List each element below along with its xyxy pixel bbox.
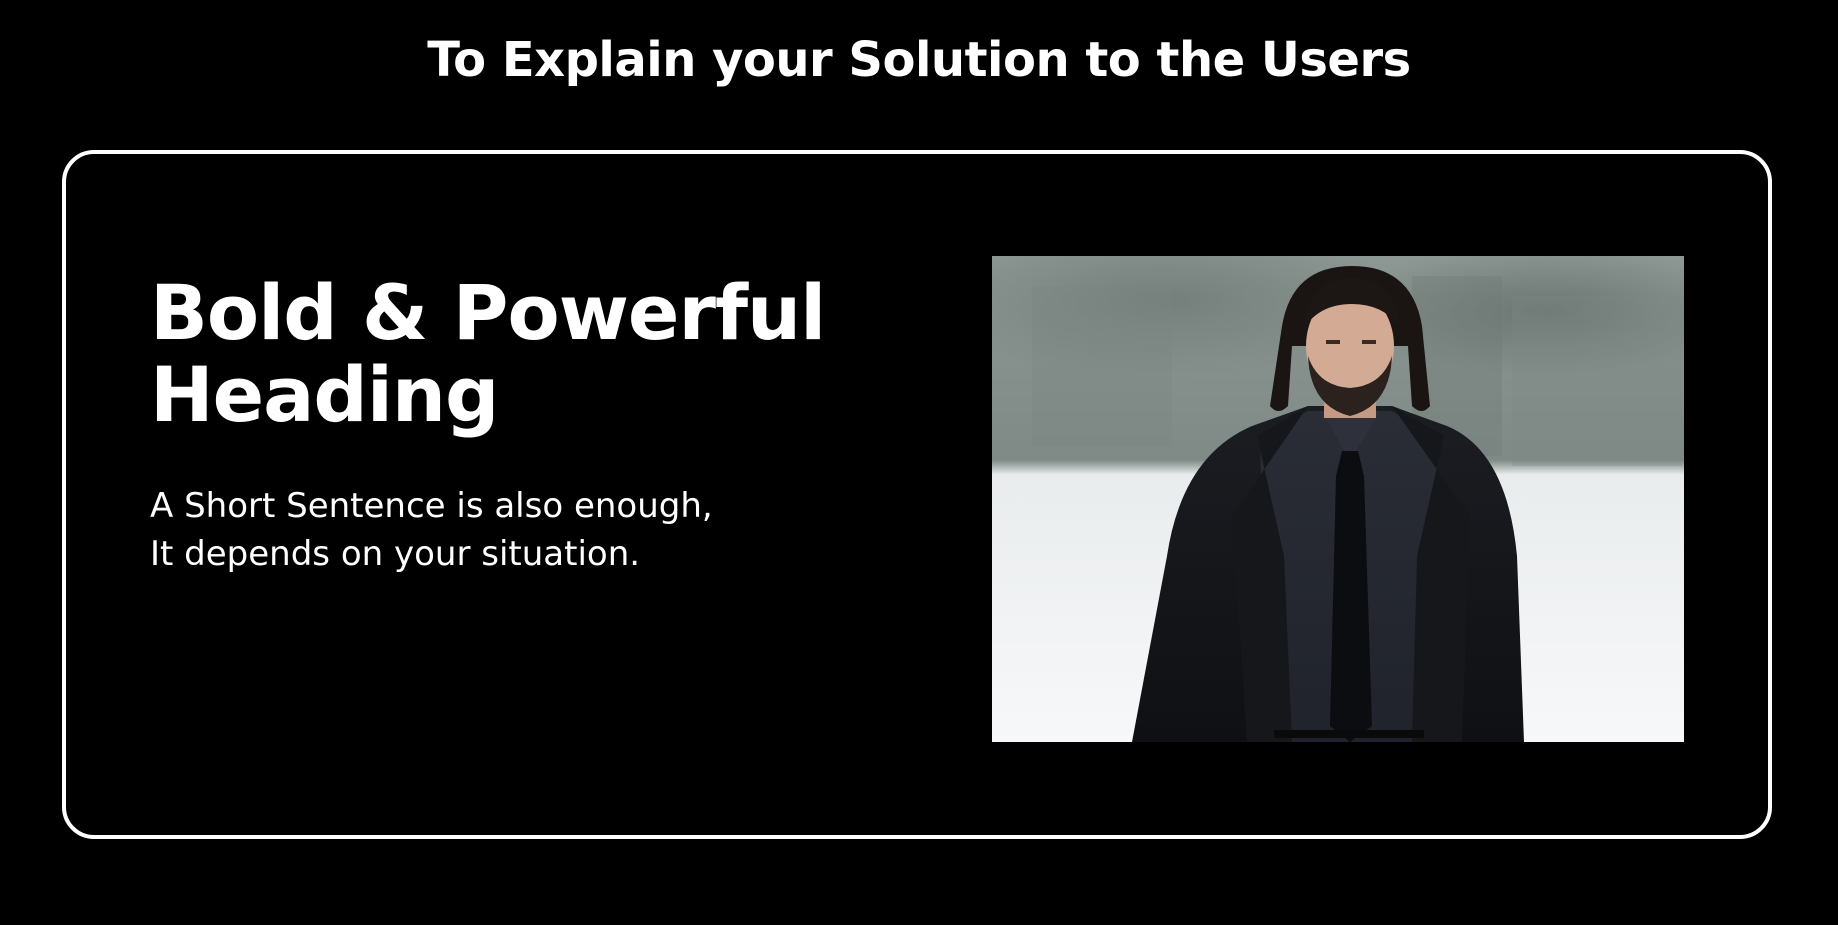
card-heading-line-2: Heading [150,350,499,439]
photo-illustration [992,256,1684,742]
card-subtext-line-1: A Short Sentence is also enough, [150,486,713,526]
card-heading-line-1: Bold & Powerful [150,268,826,357]
card-subtext-line-2: It depends on your situation. [150,534,641,574]
card-subtext: A Short Sentence is also enough, It depe… [150,482,850,578]
card-heading: Bold & Powerful Heading [150,272,910,436]
page-title: To Explain your Solution to the Users [427,32,1411,88]
content-card: Bold & Powerful Heading A Short Sentence… [62,150,1772,839]
feature-photo [992,256,1684,742]
